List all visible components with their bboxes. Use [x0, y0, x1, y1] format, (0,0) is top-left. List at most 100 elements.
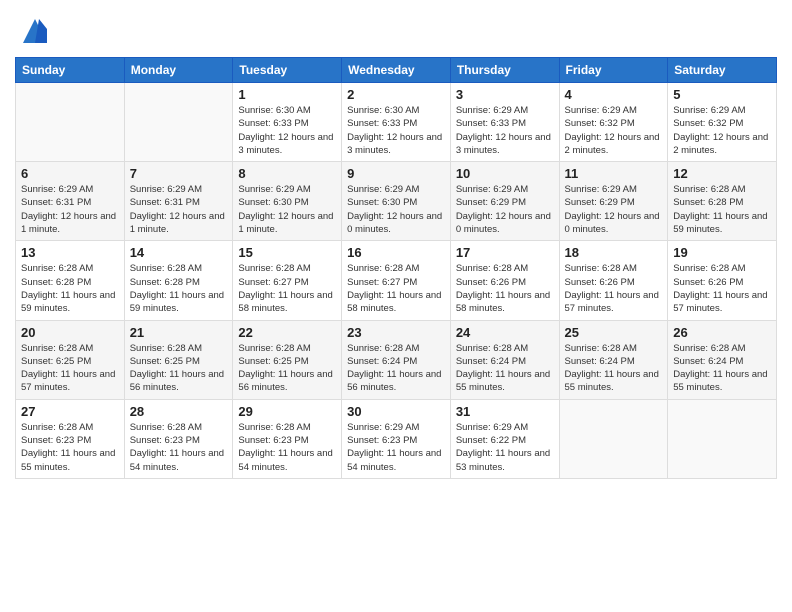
- day-number: 3: [456, 87, 554, 102]
- day-info: Sunrise: 6:28 AMSunset: 6:23 PMDaylight:…: [21, 421, 119, 474]
- day-number: 31: [456, 404, 554, 419]
- day-cell: 6Sunrise: 6:29 AMSunset: 6:31 PMDaylight…: [16, 162, 125, 241]
- day-info: Sunrise: 6:29 AMSunset: 6:29 PMDaylight:…: [456, 183, 554, 236]
- day-info: Sunrise: 6:29 AMSunset: 6:31 PMDaylight:…: [21, 183, 119, 236]
- day-number: 5: [673, 87, 771, 102]
- day-info: Sunrise: 6:28 AMSunset: 6:27 PMDaylight:…: [238, 262, 336, 315]
- day-number: 17: [456, 245, 554, 260]
- day-number: 7: [130, 166, 228, 181]
- day-info: Sunrise: 6:29 AMSunset: 6:29 PMDaylight:…: [565, 183, 663, 236]
- day-number: 2: [347, 87, 445, 102]
- day-cell: 11 Sunrise: 6:29 AMSunset: 6:29 PMDayligh…: [559, 162, 668, 241]
- day-cell: 24Sunrise: 6:28 AMSunset: 6:24 PMDayligh…: [450, 320, 559, 399]
- day-number: 29: [238, 404, 336, 419]
- day-cell: [16, 83, 125, 162]
- day-info: Sunrise: 6:29 AMSunset: 6:30 PMDaylight:…: [238, 183, 336, 236]
- calendar-header-row: SundayMondayTuesdayWednesdayThursdayFrid…: [16, 58, 777, 83]
- day-info: Sunrise: 6:29 AMSunset: 6:22 PMDaylight:…: [456, 421, 554, 474]
- day-cell: 8Sunrise: 6:29 AMSunset: 6:30 PMDaylight…: [233, 162, 342, 241]
- day-info: Sunrise: 6:28 AMSunset: 6:23 PMDaylight:…: [130, 421, 228, 474]
- day-cell: [559, 399, 668, 478]
- day-cell: 27 Sunrise: 6:28 AMSunset: 6:23 PMDayligh…: [16, 399, 125, 478]
- day-cell: 23 Sunrise: 6:28 AMSunset: 6:24 PMDayligh…: [342, 320, 451, 399]
- day-number: 30: [347, 404, 445, 419]
- day-cell: 1 Sunrise: 6:30 AMSunset: 6:33 PMDaylight…: [233, 83, 342, 162]
- logo: [15, 15, 51, 47]
- day-cell: 28 Sunrise: 6:28 AMSunset: 6:23 PMDayligh…: [124, 399, 233, 478]
- day-cell: 19 Sunrise: 6:28 AMSunset: 6:26 PMDayligh…: [668, 241, 777, 320]
- day-cell: 17 Sunrise: 6:28 AMSunset: 6:26 PMDayligh…: [450, 241, 559, 320]
- day-cell: 15 Sunrise: 6:28 AMSunset: 6:27 PMDayligh…: [233, 241, 342, 320]
- day-number: 11: [565, 166, 663, 181]
- week-row-2: 6Sunrise: 6:29 AMSunset: 6:31 PMDaylight…: [16, 162, 777, 241]
- header-saturday: Saturday: [668, 58, 777, 83]
- day-number: 27: [21, 404, 119, 419]
- day-info: Sunrise: 6:28 AMSunset: 6:27 PMDaylight:…: [347, 262, 445, 315]
- day-cell: [668, 399, 777, 478]
- day-cell: 31 Sunrise: 6:29 AMSunset: 6:22 PMDayligh…: [450, 399, 559, 478]
- day-info: Sunrise: 6:29 AMSunset: 6:31 PMDaylight:…: [130, 183, 228, 236]
- day-cell: 12Sunrise: 6:28 AMSunset: 6:28 PMDayligh…: [668, 162, 777, 241]
- day-cell: 10 Sunrise: 6:29 AMSunset: 6:29 PMDayligh…: [450, 162, 559, 241]
- day-number: 4: [565, 87, 663, 102]
- day-number: 18: [565, 245, 663, 260]
- day-number: 9: [347, 166, 445, 181]
- day-info: Sunrise: 6:28 AMSunset: 6:23 PMDaylight:…: [238, 421, 336, 474]
- day-info: Sunrise: 6:28 AMSunset: 6:24 PMDaylight:…: [347, 342, 445, 395]
- day-number: 1: [238, 87, 336, 102]
- header-monday: Monday: [124, 58, 233, 83]
- day-info: Sunrise: 6:30 AMSunset: 6:33 PMDaylight:…: [347, 104, 445, 157]
- day-number: 28: [130, 404, 228, 419]
- header-tuesday: Tuesday: [233, 58, 342, 83]
- day-info: Sunrise: 6:29 AMSunset: 6:30 PMDaylight:…: [347, 183, 445, 236]
- day-info: Sunrise: 6:28 AMSunset: 6:25 PMDaylight:…: [238, 342, 336, 395]
- day-info: Sunrise: 6:28 AMSunset: 6:26 PMDaylight:…: [456, 262, 554, 315]
- header: [15, 10, 777, 47]
- week-row-1: 1 Sunrise: 6:30 AMSunset: 6:33 PMDaylight…: [16, 83, 777, 162]
- day-cell: [124, 83, 233, 162]
- day-cell: 29 Sunrise: 6:28 AMSunset: 6:23 PMDayligh…: [233, 399, 342, 478]
- header-wednesday: Wednesday: [342, 58, 451, 83]
- day-number: 23: [347, 325, 445, 340]
- day-number: 20: [21, 325, 119, 340]
- day-info: Sunrise: 6:28 AMSunset: 6:24 PMDaylight:…: [565, 342, 663, 395]
- day-cell: 20Sunrise: 6:28 AMSunset: 6:25 PMDayligh…: [16, 320, 125, 399]
- header-friday: Friday: [559, 58, 668, 83]
- logo-icon: [19, 15, 51, 47]
- calendar-table: SundayMondayTuesdayWednesdayThursdayFrid…: [15, 57, 777, 479]
- day-cell: 26 Sunrise: 6:28 AMSunset: 6:24 PMDayligh…: [668, 320, 777, 399]
- day-number: 26: [673, 325, 771, 340]
- day-cell: 2 Sunrise: 6:30 AMSunset: 6:33 PMDaylight…: [342, 83, 451, 162]
- day-info: Sunrise: 6:28 AMSunset: 6:26 PMDaylight:…: [673, 262, 771, 315]
- day-number: 25: [565, 325, 663, 340]
- day-number: 21: [130, 325, 228, 340]
- day-info: Sunrise: 6:29 AMSunset: 6:23 PMDaylight:…: [347, 421, 445, 474]
- day-number: 15: [238, 245, 336, 260]
- day-cell: 30 Sunrise: 6:29 AMSunset: 6:23 PMDayligh…: [342, 399, 451, 478]
- day-cell: 5 Sunrise: 6:29 AMSunset: 6:32 PMDaylight…: [668, 83, 777, 162]
- day-cell: 13Sunrise: 6:28 AMSunset: 6:28 PMDayligh…: [16, 241, 125, 320]
- header-sunday: Sunday: [16, 58, 125, 83]
- day-info: Sunrise: 6:28 AMSunset: 6:28 PMDaylight:…: [130, 262, 228, 315]
- day-info: Sunrise: 6:30 AMSunset: 6:33 PMDaylight:…: [238, 104, 336, 157]
- day-info: Sunrise: 6:28 AMSunset: 6:24 PMDaylight:…: [673, 342, 771, 395]
- day-number: 10: [456, 166, 554, 181]
- day-cell: 22Sunrise: 6:28 AMSunset: 6:25 PMDayligh…: [233, 320, 342, 399]
- day-number: 24: [456, 325, 554, 340]
- day-info: Sunrise: 6:29 AMSunset: 6:33 PMDaylight:…: [456, 104, 554, 157]
- day-number: 12: [673, 166, 771, 181]
- day-cell: 7 Sunrise: 6:29 AMSunset: 6:31 PMDaylight…: [124, 162, 233, 241]
- day-cell: 9 Sunrise: 6:29 AMSunset: 6:30 PMDaylight…: [342, 162, 451, 241]
- day-cell: 3 Sunrise: 6:29 AMSunset: 6:33 PMDaylight…: [450, 83, 559, 162]
- day-info: Sunrise: 6:28 AMSunset: 6:28 PMDaylight:…: [21, 262, 119, 315]
- day-info: Sunrise: 6:29 AMSunset: 6:32 PMDaylight:…: [673, 104, 771, 157]
- day-info: Sunrise: 6:29 AMSunset: 6:32 PMDaylight:…: [565, 104, 663, 157]
- day-cell: 4 Sunrise: 6:29 AMSunset: 6:32 PMDaylight…: [559, 83, 668, 162]
- week-row-4: 20 Sunrise: 6:28 AMSunset: 6:25 PMDayligh…: [16, 320, 777, 399]
- day-number: 16: [347, 245, 445, 260]
- week-row-3: 13Sunrise: 6:28 AMSunset: 6:28 PMDayligh…: [16, 241, 777, 320]
- day-number: 19: [673, 245, 771, 260]
- page: SundayMondayTuesdayWednesdayThursdayFrid…: [0, 0, 792, 612]
- day-cell: 18 Sunrise: 6:28 AMSunset: 6:26 PMDayligh…: [559, 241, 668, 320]
- day-info: Sunrise: 6:28 AMSunset: 6:26 PMDaylight:…: [565, 262, 663, 315]
